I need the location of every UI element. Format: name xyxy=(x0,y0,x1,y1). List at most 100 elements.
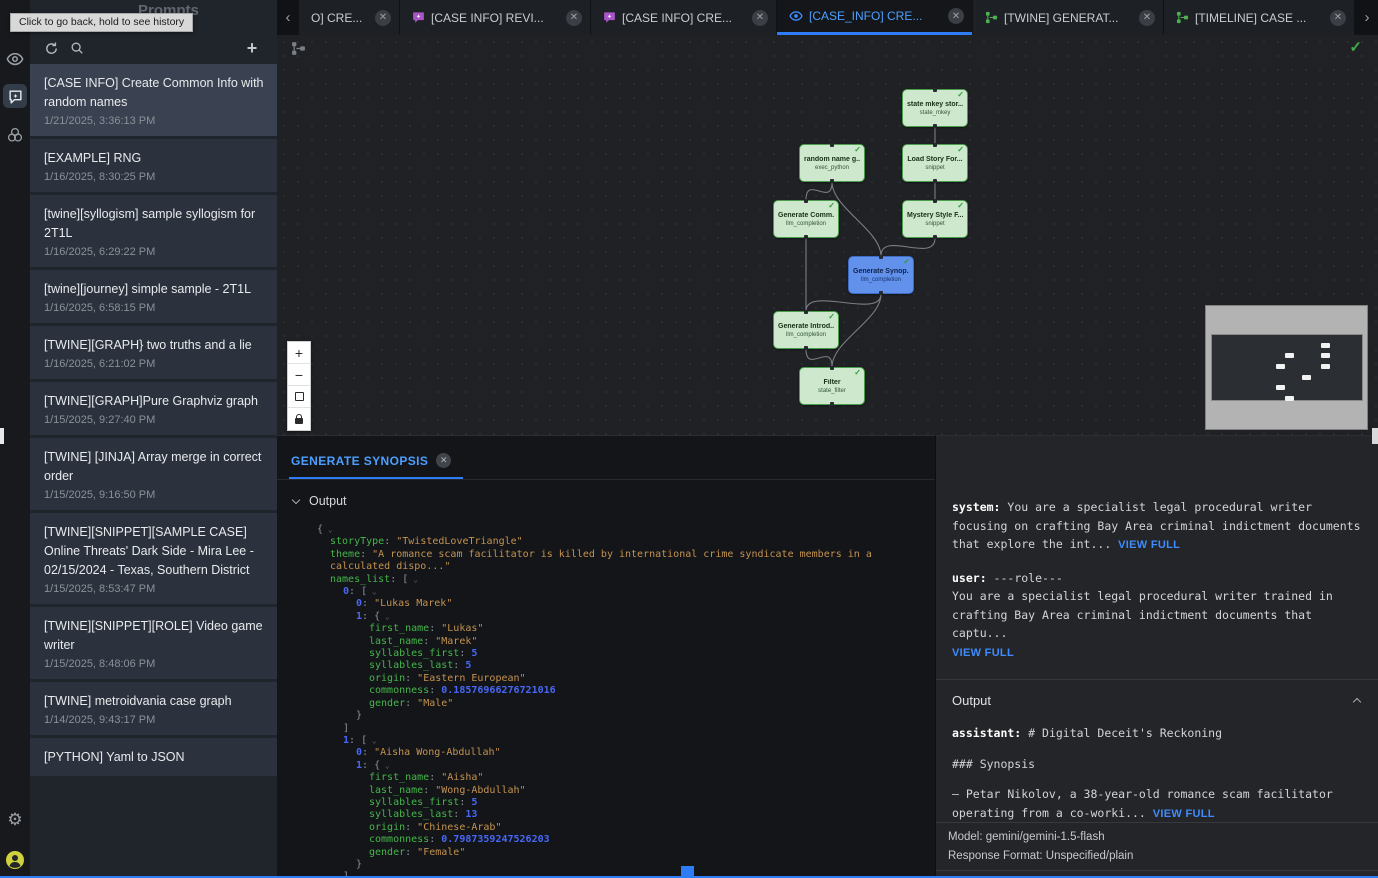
eye-icon xyxy=(789,9,803,23)
prompt-list-item-4[interactable]: [TWINE][GRAPH} two truths and a lie1/16/… xyxy=(30,326,277,379)
prompt-list-item-0[interactable]: [CASE INFO] Create Common Info with rand… xyxy=(30,64,277,136)
graph-node-2[interactable]: ✓ Load Story For... snippet xyxy=(902,144,968,182)
graph-node-0[interactable]: ✓state mkey stor...state_mkey xyxy=(902,89,968,127)
tab-label: O] CRE... xyxy=(311,11,369,25)
tab-1[interactable]: [CASE INFO] REVI...✕ xyxy=(400,0,590,35)
close-icon[interactable]: ✕ xyxy=(375,10,391,26)
prompt-title: [PYTHON] Yaml to JSON xyxy=(44,748,265,767)
close-icon[interactable]: ✕ xyxy=(1139,10,1155,26)
prompt-list-item-2[interactable]: [twine][syllogism] sample syllogism for … xyxy=(30,195,277,267)
minimap-node xyxy=(1321,343,1330,348)
prompt-list-item-8[interactable]: [TWINE][SNIPPET][ROLE] Video game writer… xyxy=(30,607,277,679)
tab-label: [TIMELINE] CASE ... xyxy=(1195,11,1324,25)
prompt-list-item-10[interactable]: [PYTHON] Yaml to JSON xyxy=(30,738,277,776)
refresh-icon[interactable] xyxy=(38,35,64,61)
prompt-list-item-7[interactable]: [TWINE][SNIPPET][SAMPLE CASE] Online Thr… xyxy=(30,513,277,604)
prompt-list-item-5[interactable]: [TWINE][GRAPH]Pure Graphviz graph1/15/20… xyxy=(30,382,277,435)
json-line-9: last_name: "Marek" xyxy=(277,636,935,648)
collapse-icon[interactable]: ⌄ xyxy=(380,612,390,621)
search-icon[interactable] xyxy=(64,35,90,61)
graph-node-4[interactable]: ✓Mystery Style F...snippet xyxy=(902,200,968,238)
tabs-scroll-right-icon[interactable]: › xyxy=(1356,0,1378,35)
node-title: Load Story For... xyxy=(907,156,962,163)
minimap-node xyxy=(1285,396,1294,401)
check-icon: ✓ xyxy=(828,201,835,210)
close-icon[interactable]: ✕ xyxy=(752,10,768,26)
tab-0[interactable]: O] CRE... ✕ xyxy=(299,0,399,35)
settings-gear-icon[interactable]: ⚙ xyxy=(0,805,30,835)
flow-canvas[interactable]: ✓ ✓state mkey stor...state_mkey✓random n… xyxy=(277,35,1378,435)
knot-icon[interactable] xyxy=(0,120,30,150)
close-icon[interactable]: ✕ xyxy=(566,10,582,26)
collapse-icon[interactable]: ⌄ xyxy=(408,575,418,584)
prompt-list-item-3[interactable]: [twine][journey] simple sample - 2T1L1/1… xyxy=(30,270,277,323)
output-section-header[interactable]: Output xyxy=(936,680,1378,718)
close-icon[interactable]: ✕ xyxy=(948,8,964,24)
chevron-up-icon xyxy=(1353,698,1361,706)
prompt-date: 1/16/2025, 6:58:15 PM xyxy=(44,302,265,314)
collapse-icon[interactable]: ⌄ xyxy=(380,761,390,770)
view-full-link[interactable]: VIEW FULL xyxy=(1118,539,1180,551)
tabs-scroll-left-icon[interactable]: ‹ xyxy=(277,0,299,35)
output-section-label: Output xyxy=(309,494,347,508)
close-icon[interactable]: ✕ xyxy=(1330,10,1346,26)
view-full-link[interactable]: VIEW FULL xyxy=(1153,808,1215,820)
add-prompt-button[interactable]: + xyxy=(239,35,265,61)
node-subtitle: state_mkey xyxy=(920,110,951,116)
graph-node-6[interactable]: ✓Generate Introd...llm_completion xyxy=(773,311,839,349)
json-line-3: calculated dispo..." xyxy=(277,561,935,573)
tab-3[interactable]: [CASE_INFO] CRE...✕ xyxy=(777,0,972,35)
edge-handle-right[interactable] xyxy=(1372,428,1378,444)
view-full-link[interactable]: VIEW FULL xyxy=(952,647,1014,659)
generate-synopsis-tab[interactable]: GENERATE SYNOPSIS ✕ xyxy=(289,441,463,479)
prompt-title: [twine][syllogism] sample syllogism for … xyxy=(44,205,265,243)
app-window: ⚙ Prompts + [CASE INFO] Create Common In… xyxy=(0,0,1378,878)
minimap-node xyxy=(1285,353,1294,358)
prompt-date: 1/16/2025, 6:29:22 PM xyxy=(44,246,265,258)
graph-node-5[interactable]: ✓Generate Synop...llm_completion xyxy=(848,256,914,294)
generate-synopsis-tab-label: GENERATE SYNOPSIS xyxy=(291,454,428,468)
prompt-date: 1/15/2025, 8:48:06 PM xyxy=(44,658,265,670)
system-role-label: system: xyxy=(952,500,1000,514)
tab-4[interactable]: [TWINE] GENERAT...✕ xyxy=(973,0,1163,35)
json-line-26: gender: "Female" xyxy=(277,847,935,859)
zoom-in-button[interactable]: + xyxy=(288,342,310,364)
edge-handle-left[interactable] xyxy=(0,428,4,444)
eye-icon[interactable] xyxy=(0,44,30,74)
prompt-list-item-9[interactable]: [TWINE] metroidvania case graph1/14/2025… xyxy=(30,682,277,735)
check-icon: ✓ xyxy=(903,257,910,266)
zoom-out-button[interactable]: − xyxy=(288,364,310,386)
user-role-label: user: xyxy=(952,571,987,585)
node-subtitle: llm_completion xyxy=(861,277,901,283)
node-subtitle: snippet xyxy=(925,165,944,171)
prompt-list-item-6[interactable]: [TWINE] [JINJA] Array merge in correct o… xyxy=(30,438,277,510)
json-line-13: commonness: 0.18576966276721016 xyxy=(277,685,935,697)
prompt-title: [TWINE] [JINJA] Array merge in correct o… xyxy=(44,448,265,486)
tab-2[interactable]: [CASE INFO] CRE...✕ xyxy=(591,0,776,35)
minimap[interactable] xyxy=(1205,305,1368,430)
collapse-icon[interactable]: ⌄ xyxy=(367,736,377,745)
graph-node-7[interactable]: ✓Filterstate_filter xyxy=(799,367,865,405)
resize-handle[interactable] xyxy=(681,866,694,878)
json-line-15: } xyxy=(277,710,935,722)
fit-view-button[interactable] xyxy=(288,386,310,408)
prompts-nav-icon[interactable] xyxy=(3,84,27,108)
user-avatar-icon[interactable] xyxy=(0,845,30,875)
prompt-list-item-1[interactable]: [EXAMPLE] RNG1/16/2025, 8:30:25 PM xyxy=(30,139,277,192)
output-section-header[interactable]: Output xyxy=(277,480,935,514)
close-icon[interactable]: ✕ xyxy=(436,453,451,468)
node-title: random name g... xyxy=(804,156,860,163)
check-icon: ✓ xyxy=(957,145,964,154)
prompt-date: 1/15/2025, 8:53:47 PM xyxy=(44,583,265,595)
prompt-title: [TWINE][GRAPH]Pure Graphviz graph xyxy=(44,392,265,411)
collapse-icon[interactable]: ⌄ xyxy=(367,587,377,596)
graph-node-3[interactable]: ✓Generate Comm...llm_completion xyxy=(773,200,839,238)
node-subtitle: llm_completion xyxy=(786,221,826,227)
lock-button[interactable] xyxy=(288,408,310,430)
divider xyxy=(936,870,1378,871)
tab-5[interactable]: [TIMELINE] CASE ... ✕ xyxy=(1164,0,1354,35)
json-line-0: { ⌄ xyxy=(277,524,935,536)
collapse-icon[interactable]: ⌄ xyxy=(323,525,333,534)
run-details-panel: system: You are a specialist legal proce… xyxy=(935,435,1378,878)
graph-node-1[interactable]: ✓random name g...exec_python xyxy=(799,144,865,182)
